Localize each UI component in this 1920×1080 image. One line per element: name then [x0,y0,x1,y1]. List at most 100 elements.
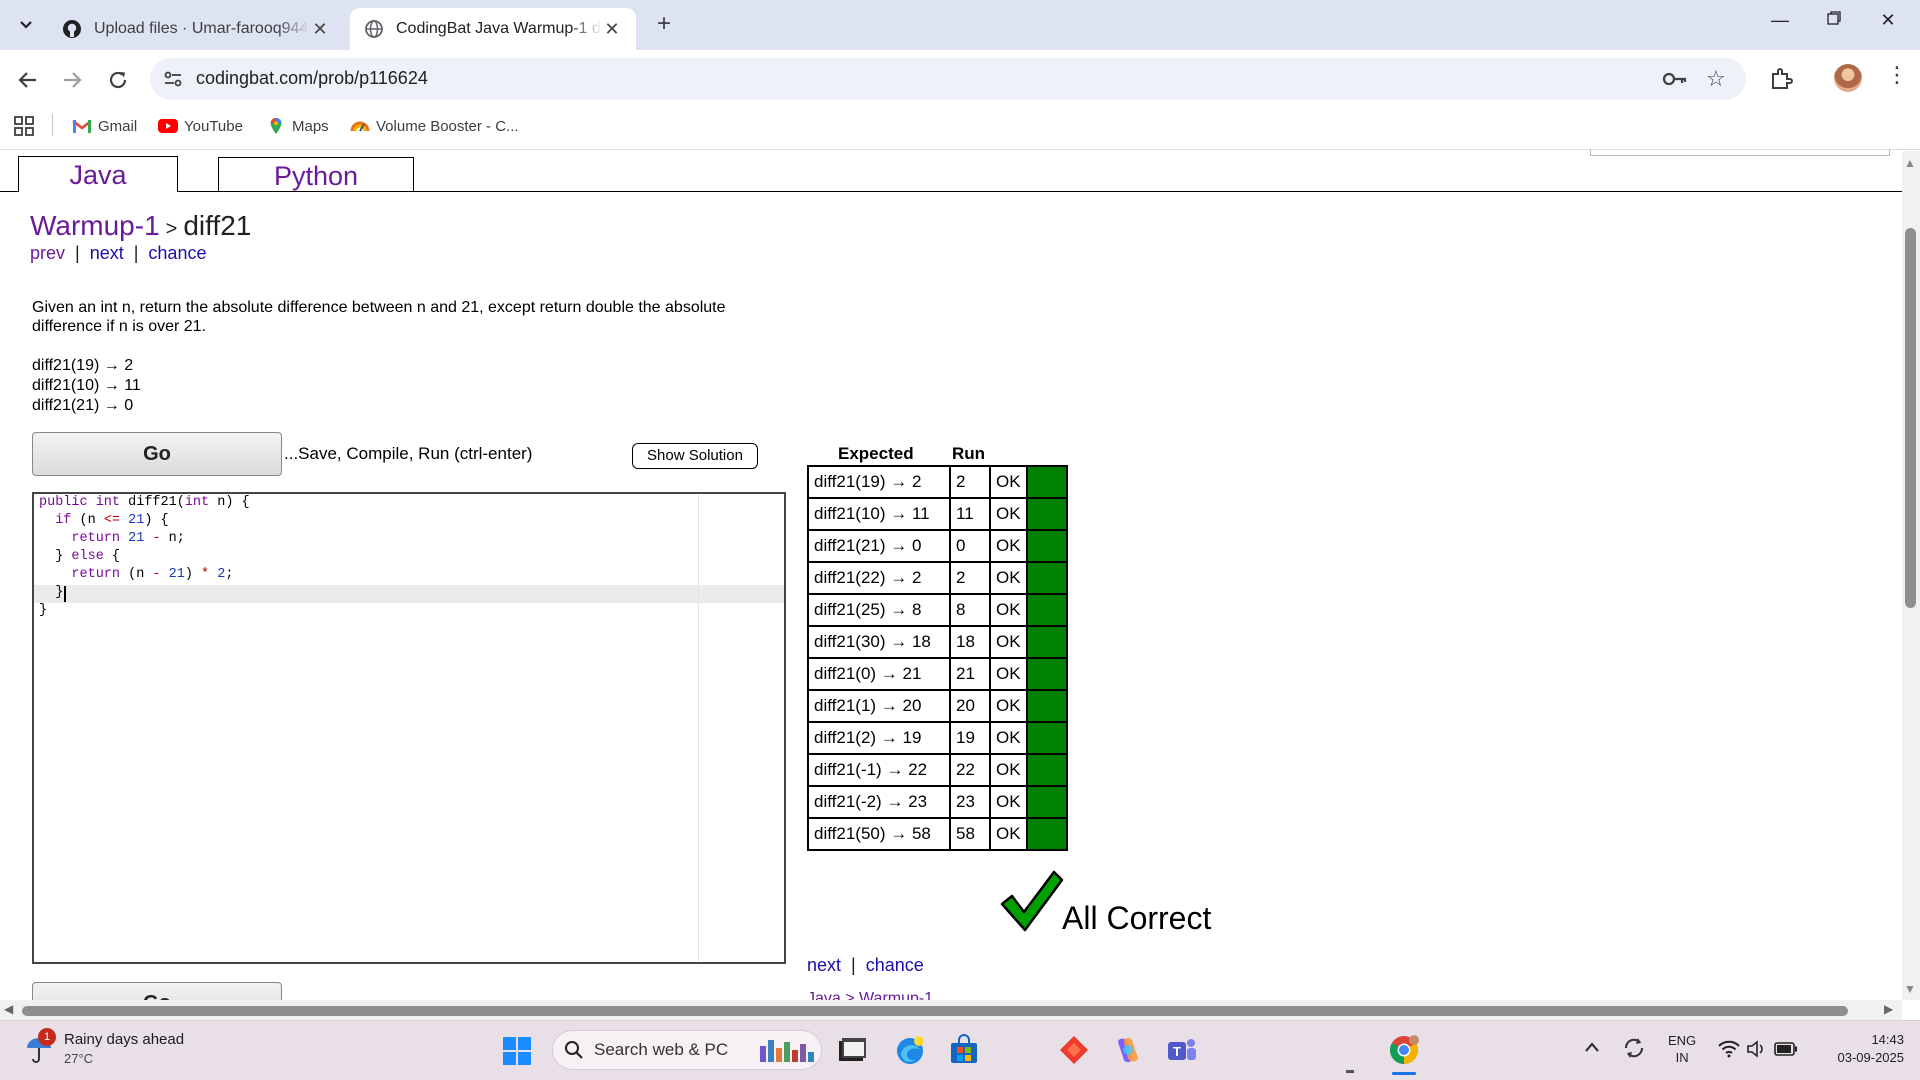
input-language-indicator[interactable]: ENG IN [1668,1032,1696,1066]
status-cell: OK [989,721,1028,755]
status-cell: OK [989,529,1028,563]
weather-temperature: 27°C [64,1051,94,1066]
pass-indicator [1025,721,1068,755]
reload-icon[interactable] [102,64,134,96]
breadcrumb-section-link[interactable]: Warmup-1 [30,210,160,241]
page-title: diff21 [183,210,252,241]
tray-expand-chevron-icon[interactable] [1584,1040,1600,1058]
next-link[interactable]: next [807,955,841,975]
site-info-icon[interactable] [162,68,184,90]
close-tab-icon[interactable]: ✕ [310,19,330,40]
battery-icon[interactable] [1774,1042,1798,1056]
tab-search-button[interactable] [12,10,40,38]
bookmark-gmail[interactable]: Gmail [72,114,137,138]
code-line: return (n - 21) * 2; [71,567,234,582]
back-arrow-icon[interactable] [12,64,44,96]
volume-icon[interactable] [1746,1040,1766,1058]
windows-start-icon[interactable] [502,1036,532,1066]
tab-title: CodingBat Java Warmup-1 diff21 [396,20,602,37]
profile-avatar[interactable] [1834,64,1862,92]
go-button[interactable]: Go [32,432,282,476]
github-icon [63,20,81,38]
problem-description: Given an int n, return the absolute diff… [32,299,726,335]
search-icon [565,1041,583,1059]
edge-browser-icon[interactable] [894,1034,926,1066]
more-menu-icon[interactable]: ⋮ [1886,62,1908,88]
run-cell: 20 [949,689,991,723]
pass-indicator [1025,529,1068,563]
bookmark-maps[interactable]: Maps [266,114,329,138]
bookmark-star-icon[interactable]: ☆ [1706,66,1726,92]
table-row: diff21(0) → 21 21 OK [807,657,1068,691]
example-line: diff21(21) → 0 [32,397,134,414]
active-line-highlight [34,585,784,603]
password-key-icon[interactable] [1662,68,1688,90]
pass-indicator [1025,657,1068,691]
status-cell: OK [989,593,1028,627]
status-cell: OK [989,497,1028,531]
status-cell: OK [989,657,1028,691]
teams-icon[interactable]: T [1166,1034,1198,1066]
extensions-puzzle-icon[interactable] [1768,66,1794,92]
copilot-icon[interactable] [1112,1034,1144,1066]
close-window-icon[interactable]: ✕ [1868,10,1908,38]
pass-indicator [1025,817,1068,851]
taskbar-search-placeholder: Search web & PC [594,1040,729,1059]
nav-separator: | [851,955,856,975]
url-text[interactable]: codingbat.com/prob/p116624 [196,68,428,89]
table-row: diff21(21) → 0 0 OK [807,529,1068,563]
run-cell: 22 [949,753,991,787]
expected-cell: diff21(30) → 18 [807,625,951,659]
show-solution-button[interactable]: Show Solution [632,443,758,469]
scroll-left-icon[interactable]: ◀ [4,1002,13,1016]
expected-cell: diff21(25) → 8 [807,593,951,627]
table-row: diff21(-1) → 22 22 OK [807,753,1068,787]
expected-cell: diff21(-1) → 22 [807,753,951,787]
scroll-up-icon[interactable]: ▲ [1904,156,1916,170]
microsoft-store-icon[interactable] [948,1034,980,1066]
minimize-window-icon[interactable]: — [1760,10,1800,38]
apps-grid-icon[interactable] [14,116,34,136]
bookmark-volume-booster[interactable]: Volume Booster - C... [350,114,519,138]
bookmark-youtube[interactable]: YouTube [158,114,243,138]
wifi-icon[interactable] [1718,1040,1740,1058]
weather-title[interactable]: Rainy days ahead [64,1031,184,1048]
restore-window-icon[interactable] [1814,10,1854,38]
pass-indicator [1025,465,1068,499]
code-line: public int diff21(int n) { [39,495,250,510]
forward-arrow-icon[interactable] [56,64,88,96]
run-cell: 18 [949,625,991,659]
tab-python[interactable]: Python [218,157,414,191]
browser-tab-codingbat[interactable]: CodingBat Java Warmup-1 diff21 ✕ [350,8,636,50]
code-line: if (n <= 21) { [55,513,169,528]
scroll-down-icon[interactable]: ▼ [1904,982,1916,996]
active-tab-gap [19,190,177,193]
new-tab-plus-icon[interactable]: + [650,12,678,40]
run-cell: 19 [949,721,991,755]
run-cell: 2 [949,465,991,499]
scroll-right-icon[interactable]: ▶ [1884,1002,1893,1016]
next-link[interactable]: next [90,243,124,263]
code-editor[interactable] [32,492,786,964]
system-clock[interactable]: 14:43 03-09-2025 [1812,1031,1905,1067]
horizontal-scrollbar-thumb[interactable] [22,1006,1848,1016]
lang-line-2: IN [1675,1050,1689,1065]
prev-link[interactable]: prev [30,243,65,263]
nav-separator: | [75,243,80,263]
text-cursor [64,586,66,602]
chrome-icon[interactable] [1388,1034,1420,1066]
chance-link[interactable]: chance [148,243,206,263]
sync-icon[interactable] [1622,1036,1646,1060]
tab-java[interactable]: Java [18,156,178,192]
vertical-scrollbar-thumb[interactable] [1905,228,1916,608]
bookmark-label: Gmail [98,117,138,135]
file-explorer-icon[interactable] [836,1034,868,1066]
anydesk-icon[interactable] [1058,1034,1090,1066]
close-tab-icon[interactable]: ✕ [602,19,622,40]
chance-link[interactable]: chance [866,955,924,975]
browser-tab-github[interactable]: Upload files · Umar-farooq944/ ✕ [48,8,344,50]
status-cell: OK [989,753,1028,787]
example-line: diff21(19) → 2 [32,357,134,374]
clock-date: 03-09-2025 [1837,1050,1905,1065]
expected-cell: diff21(50) → 58 [807,817,951,851]
